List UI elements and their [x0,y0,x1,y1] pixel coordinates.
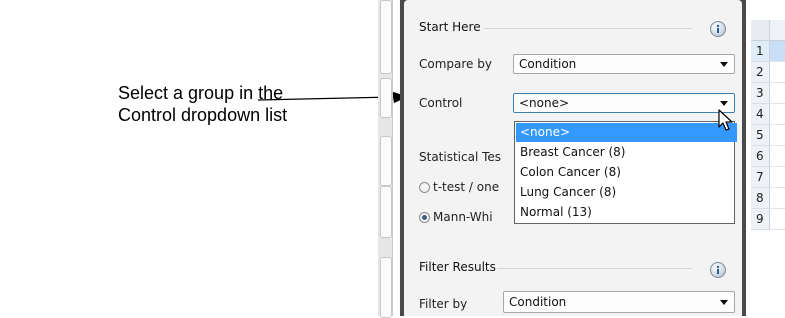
control-value: <none> [519,96,570,110]
compare-by-dropdown[interactable]: Condition [513,54,735,74]
filter-results-title: Filter Results [419,260,496,274]
start-here-title: Start Here [419,20,481,34]
filter-by-dropdown[interactable]: Condition [503,291,735,313]
dropdown-option[interactable]: Lung Cancer (8) [516,183,737,202]
radio-icon[interactable] [419,182,430,193]
control-dropdown[interactable]: <none> [513,93,735,113]
left-panel-box [380,257,392,318]
annotation-line-2: Control dropdown list [118,105,288,125]
grid-cell[interactable] [770,83,785,104]
dropdown-option[interactable]: <none> [516,123,737,142]
grid-row-header[interactable]: 9 [751,209,770,230]
grid-row-header[interactable]: 1 [751,41,770,62]
chevron-down-icon [720,101,728,106]
grid-cell[interactable] [770,125,785,146]
grid-cell[interactable] [770,146,785,167]
grid-row-header[interactable]: 5 [751,125,770,146]
filter-by-value: Condition [509,295,567,309]
grid-cell[interactable] [770,188,785,209]
section-divider [484,28,692,29]
section-divider [497,268,692,269]
mann-whitney-radio-label[interactable]: Mann-Whi [433,210,493,224]
dropdown-option[interactable]: Colon Cancer (8) [516,163,737,182]
grid-row-header[interactable]: 3 [751,83,770,104]
grid-row-header[interactable]: 8 [751,188,770,209]
t-test-radio-label[interactable]: t-test / one [433,180,499,194]
grid-column-header[interactable] [770,20,785,41]
info-icon[interactable] [710,21,726,37]
grid-row-header[interactable]: 6 [751,146,770,167]
dropdown-option[interactable]: Normal (13) [516,203,737,222]
mouse-cursor-icon [718,109,733,131]
radio-icon[interactable] [419,212,430,223]
grid-row-header[interactable]: 2 [751,62,770,83]
dropdown-option[interactable]: Breast Cancer (8) [516,143,737,162]
grid-cell[interactable] [770,62,785,83]
grid-corner[interactable] [751,20,770,41]
grid-cell[interactable] [770,104,785,125]
control-label: Control [419,96,463,110]
chevron-down-icon [720,300,728,305]
control-dropdown-list: <none> Breast Cancer (8) Colon Cancer (8… [514,121,737,224]
grid-cell[interactable] [770,167,785,188]
info-icon[interactable] [710,262,726,278]
grid-row-header[interactable]: 7 [751,167,770,188]
filter-by-label: Filter by [419,297,468,311]
grid-row-header[interactable]: 4 [751,104,770,125]
compare-by-value: Condition [519,57,577,71]
grid-cell[interactable] [770,41,785,62]
annotation-line-1: Select a group in the [118,83,284,103]
compare-by-label: Compare by [419,57,492,71]
left-panel-box [380,186,392,238]
statistical-test-label: Statistical Tes [419,150,502,164]
left-panel-box [380,136,392,186]
grid-cell[interactable] [770,209,785,230]
chevron-down-icon [720,62,728,67]
annotation-callout: Select a group in the Control dropdown l… [118,82,288,126]
left-panel-box [380,78,392,118]
left-panel-box [380,0,392,74]
